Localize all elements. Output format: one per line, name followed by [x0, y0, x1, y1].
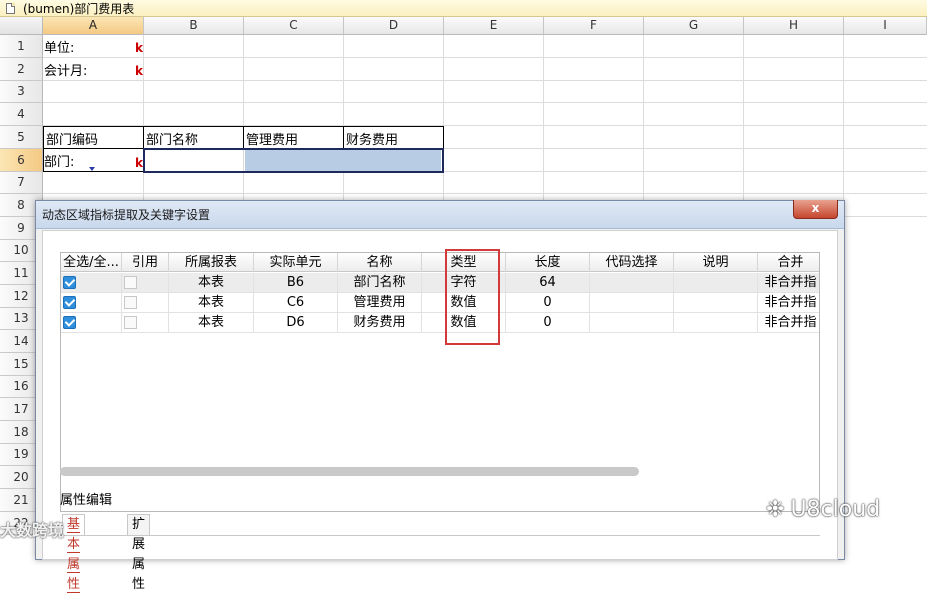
dialog-content: 全选/全... 引用 所属报表 实际单元 名称 类型 长度 代码选择 说明 合并…	[42, 230, 838, 593]
cell-d5[interactable]: 财务费用	[345, 129, 398, 148]
watermark-right: ❉ U8cloud	[766, 497, 880, 522]
column-header-d[interactable]: D	[344, 17, 444, 35]
header-length[interactable]: 长度	[506, 253, 590, 272]
row-header-5[interactable]: 5	[0, 126, 43, 149]
column-header-g[interactable]: G	[644, 17, 744, 35]
cell-report: 本表	[169, 313, 254, 333]
cell-length[interactable]: 0	[506, 313, 590, 333]
close-button[interactable]: x	[793, 200, 838, 219]
dropdown-arrow-icon[interactable]	[89, 167, 95, 171]
type-column-highlight	[445, 249, 500, 345]
cell-merge[interactable]: 非合并指	[758, 273, 819, 293]
cell-name: 管理费用	[338, 293, 422, 313]
cell-a5[interactable]: 部门编码	[45, 129, 98, 148]
row-header-1[interactable]: 1	[0, 35, 43, 58]
header-select-all[interactable]: 全选/全...	[61, 253, 122, 272]
row-checkbox[interactable]	[63, 296, 76, 309]
row-checkbox[interactable]	[63, 276, 76, 289]
extraction-settings-dialog: 动态区域指标提取及关键字设置 x 全选/全... 引用 所属报表 实际单元 名称…	[35, 200, 845, 593]
cell-name: 部门名称	[338, 273, 422, 293]
cell-code[interactable]	[590, 313, 674, 333]
header-cell[interactable]: 实际单元	[254, 253, 338, 272]
cell-address: D6	[254, 313, 338, 333]
row-header-6[interactable]: 6	[0, 149, 43, 172]
header-merge[interactable]: 合并	[758, 253, 819, 272]
watermark-left: 大数跨境	[0, 521, 65, 540]
cell-length[interactable]: 64	[506, 273, 590, 293]
dialog-title: 动态区域指标提取及关键字设置	[36, 201, 844, 229]
cell-merge[interactable]: 非合并指	[758, 313, 819, 333]
keyword-mark-a2: k	[135, 64, 143, 78]
cell-b5[interactable]: 部门名称	[145, 129, 198, 148]
cell-report: 本表	[169, 293, 254, 313]
reference-checkbox[interactable]	[124, 316, 137, 329]
cell-length[interactable]: 0	[506, 293, 590, 313]
keyword-mark-a6: k	[135, 156, 143, 170]
header-report[interactable]: 所属报表	[169, 253, 254, 272]
row-header-4[interactable]: 4	[0, 103, 43, 126]
header-reference[interactable]: 引用	[122, 253, 169, 272]
row-header-2[interactable]: 2	[0, 58, 43, 81]
cell-code[interactable]	[590, 293, 674, 313]
header-name[interactable]: 名称	[338, 253, 422, 272]
table-header-row: 全选/全... 引用 所属报表 实际单元 名称 类型 长度 代码选择 说明 合并	[61, 253, 819, 272]
selected-range-b6-d6[interactable]	[143, 148, 444, 173]
row-checkbox[interactable]	[63, 316, 76, 329]
watermark-right-text: U8cloud	[790, 497, 881, 522]
header-description[interactable]: 说明	[674, 253, 758, 272]
cell-report: 本表	[169, 273, 254, 293]
cell-name: 财务费用	[338, 313, 422, 333]
column-header-h[interactable]: H	[744, 17, 844, 35]
horizontal-scrollbar[interactable]	[60, 467, 639, 476]
tab-basic-properties[interactable]: 基本属性	[62, 514, 86, 593]
wechat-icon: ❉	[766, 497, 785, 522]
cell-a1[interactable]: 单位:	[43, 37, 74, 56]
table-row[interactable]: 本表 C6 管理费用 数值 0 非合并指	[61, 293, 819, 313]
column-headers: A B C D E F G H I	[0, 17, 927, 35]
cell-a2[interactable]: 会计月:	[43, 60, 87, 79]
select-all-corner[interactable]	[0, 17, 43, 35]
keyword-mark-a1: k	[135, 41, 143, 55]
window-title: (bumen)部门费用表	[23, 1, 135, 16]
tab-extended-properties[interactable]: 扩展属性	[127, 514, 151, 592]
column-header-b[interactable]: B	[144, 17, 244, 35]
table-row[interactable]: 本表 D6 财务费用 数值 0 非合并指	[61, 313, 819, 333]
column-header-a[interactable]: A	[43, 17, 144, 35]
cell-code[interactable]	[590, 273, 674, 293]
cell-merge[interactable]: 非合并指	[758, 293, 819, 313]
property-editor-label: 属性编辑	[60, 493, 113, 508]
cell-desc[interactable]	[674, 313, 758, 333]
column-header-e[interactable]: E	[444, 17, 544, 35]
column-header-c[interactable]: C	[244, 17, 344, 35]
window-title-bar: (bumen)部门费用表	[0, 0, 927, 17]
reference-checkbox[interactable]	[124, 276, 137, 289]
cell-a6[interactable]: 部门:	[43, 151, 74, 170]
document-icon	[6, 2, 15, 14]
cell-desc[interactable]	[674, 273, 758, 293]
cell-address: C6	[254, 293, 338, 313]
reference-checkbox[interactable]	[124, 296, 137, 309]
tab-panel	[60, 535, 820, 565]
header-code-select[interactable]: 代码选择	[590, 253, 674, 272]
column-header-i[interactable]: I	[844, 17, 927, 35]
column-header-f[interactable]: F	[544, 17, 644, 35]
cell-desc[interactable]	[674, 293, 758, 313]
row-header-3[interactable]: 3	[0, 81, 43, 103]
cell-address: B6	[254, 273, 338, 293]
cell-c5[interactable]: 管理费用	[245, 129, 298, 148]
table-row[interactable]: 本表 B6 部门名称 字符 64 非合并指	[61, 273, 819, 293]
row-header-7[interactable]: 7	[0, 172, 43, 194]
